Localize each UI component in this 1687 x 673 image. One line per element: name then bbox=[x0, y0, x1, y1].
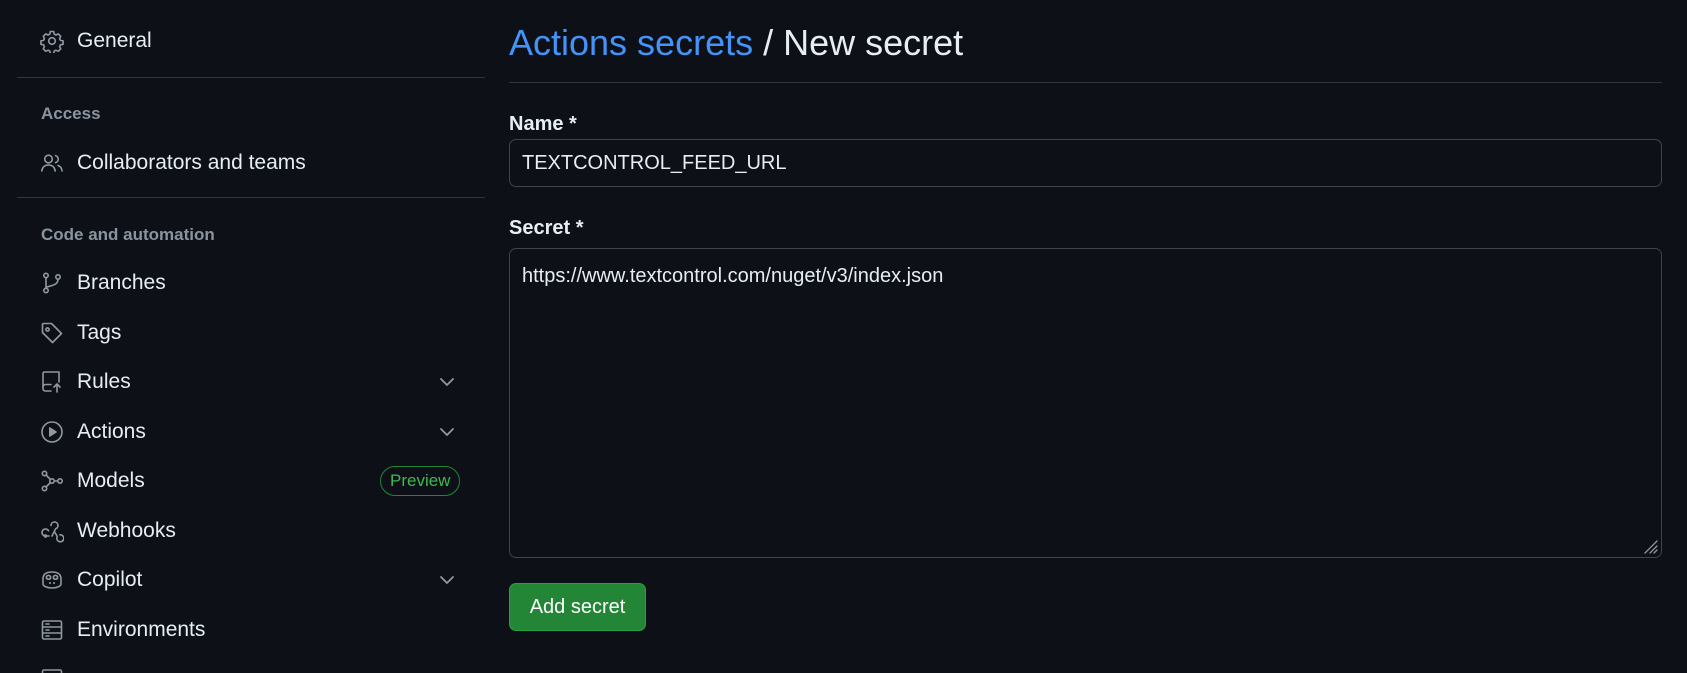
sidebar-item-branches[interactable]: Branches bbox=[17, 261, 485, 305]
sidebar-item-copilot[interactable]: Copilot bbox=[17, 558, 485, 602]
sidebar-item-models[interactable]: Models Preview bbox=[17, 459, 485, 503]
sidebar-item-actions[interactable]: Actions bbox=[17, 410, 485, 454]
page-title-text: New secret bbox=[783, 22, 964, 63]
settings-sidebar: General Access Collaborators and teams C… bbox=[17, 0, 485, 673]
ai-model-icon bbox=[40, 469, 64, 493]
sidebar-divider bbox=[17, 77, 485, 78]
sidebar-item-general[interactable]: General bbox=[17, 19, 485, 63]
play-icon bbox=[40, 420, 64, 444]
table-icon bbox=[40, 667, 64, 673]
tag-icon bbox=[40, 321, 64, 345]
breadcrumb-separator: / bbox=[753, 22, 784, 63]
sidebar-divider bbox=[17, 197, 485, 198]
sidebar-item-label: Collaborators and teams bbox=[77, 151, 306, 174]
section-header-access: Access bbox=[41, 104, 101, 123]
git-branch-icon bbox=[40, 271, 64, 295]
sidebar-item-rules[interactable]: Rules bbox=[17, 360, 485, 404]
page-title: Actions secrets / New secret bbox=[509, 22, 963, 64]
sidebar-item-label: Models bbox=[77, 469, 145, 492]
chevron-down-icon[interactable] bbox=[438, 571, 456, 589]
secret-name-input[interactable] bbox=[509, 139, 1662, 187]
main-content: Actions secrets / New secret Name * Secr… bbox=[509, 0, 1662, 673]
sidebar-item-label: Tags bbox=[77, 321, 122, 344]
sidebar-item-webhooks[interactable]: Webhooks bbox=[17, 509, 485, 553]
sidebar-item-label: Copilot bbox=[77, 568, 143, 591]
breadcrumb-actions-secrets-link[interactable]: Actions secrets bbox=[509, 22, 753, 63]
gear-icon bbox=[40, 29, 64, 53]
sidebar-item-label: Rules bbox=[77, 370, 131, 393]
chevron-down-icon[interactable] bbox=[438, 373, 456, 391]
server-icon bbox=[40, 618, 64, 642]
copilot-icon bbox=[40, 568, 64, 592]
resize-handle-icon[interactable] bbox=[1640, 536, 1658, 554]
sidebar-item-tags[interactable]: Tags bbox=[17, 311, 485, 355]
secret-value-textarea[interactable]: https://www.textcontrol.com/nuget/v3/ind… bbox=[509, 248, 1662, 558]
sidebar-item-label: Environments bbox=[77, 618, 206, 641]
webhook-icon bbox=[40, 519, 64, 543]
sidebar-item-collaborators[interactable]: Collaborators and teams bbox=[17, 141, 485, 185]
sidebar-item-label: General bbox=[77, 29, 152, 52]
preview-badge: Preview bbox=[380, 466, 461, 496]
chevron-down-icon[interactable] bbox=[438, 423, 456, 441]
add-secret-button[interactable]: Add secret bbox=[509, 583, 646, 631]
title-divider bbox=[509, 82, 1662, 83]
name-label: Name * bbox=[509, 113, 577, 135]
secret-label: Secret * bbox=[509, 217, 584, 239]
sidebar-item-label: Branches bbox=[77, 271, 166, 294]
repo-push-icon bbox=[40, 370, 64, 394]
sidebar-item-environments[interactable]: Environments bbox=[17, 608, 485, 652]
people-icon bbox=[40, 151, 64, 175]
sidebar-item-label: Actions bbox=[77, 420, 146, 443]
section-header-code-automation: Code and automation bbox=[41, 225, 215, 244]
sidebar-item-partial[interactable] bbox=[17, 657, 485, 673]
sidebar-item-label: Webhooks bbox=[77, 519, 176, 542]
